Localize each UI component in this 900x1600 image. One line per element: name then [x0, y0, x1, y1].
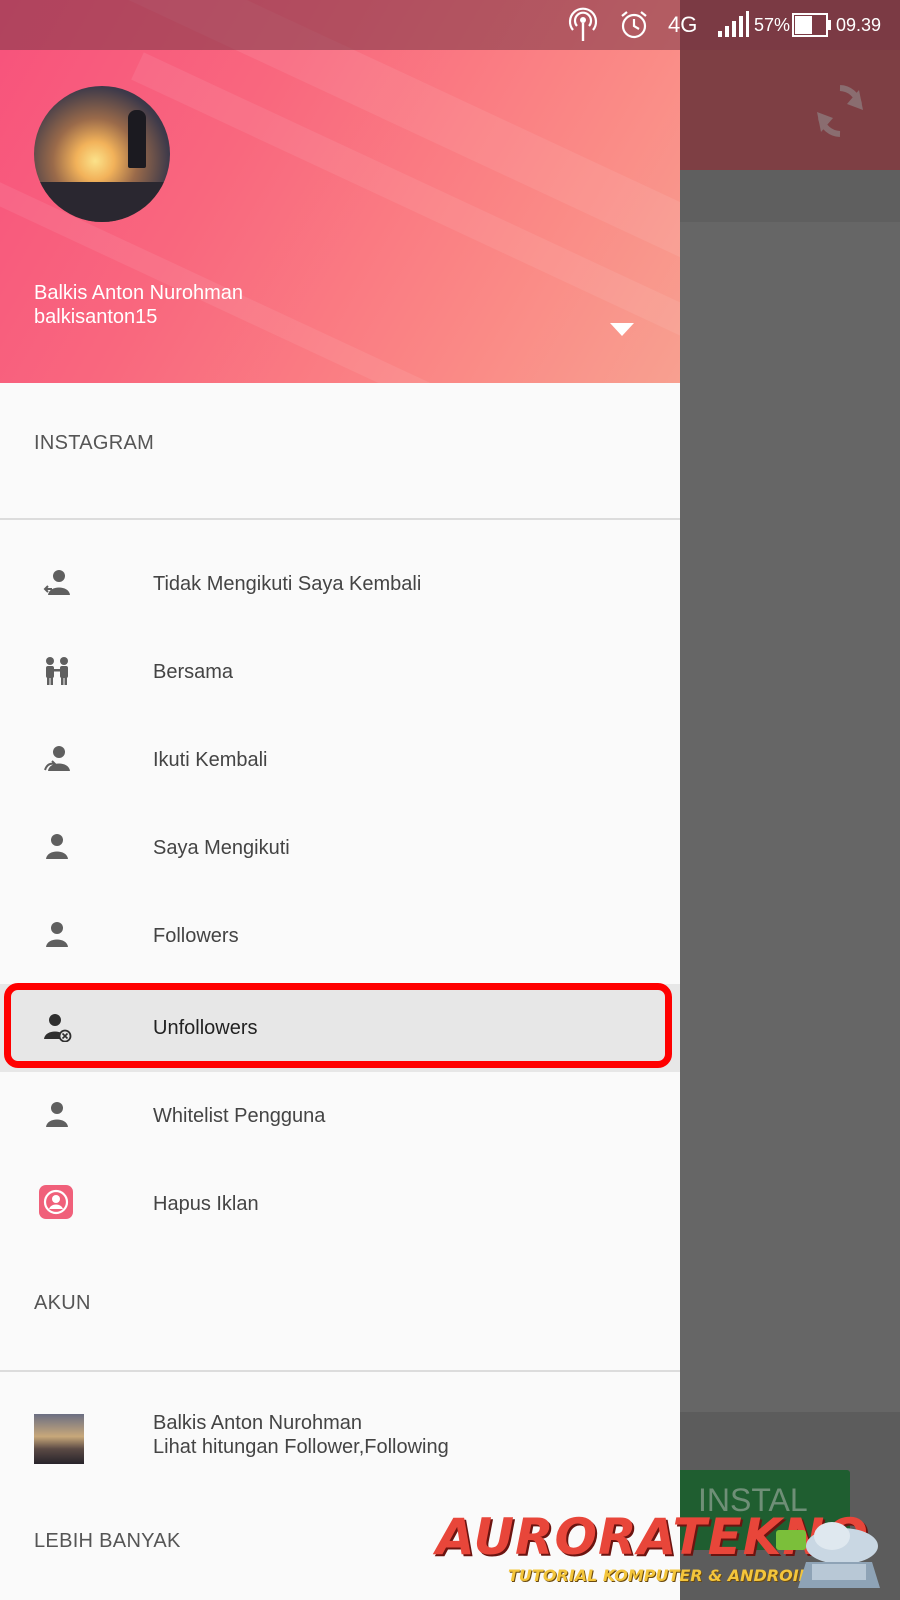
- menu-item-label: Ikuti Kembali: [153, 749, 268, 771]
- user-icon: [46, 922, 68, 947]
- section-akun: AKUN: [34, 1292, 91, 1314]
- user-icon: [46, 834, 68, 859]
- menu-item-label: Hapus Iklan: [153, 1193, 259, 1215]
- menu-item-bersama[interactable]: Bersama: [0, 628, 680, 716]
- menu-item-label: Tidak Mengikuti Saya Kembali: [153, 573, 422, 595]
- user-follow-back-icon: [44, 746, 70, 771]
- menu-item-whitelist[interactable]: Whitelist Pengguna: [0, 1072, 680, 1160]
- section-instagram: INSTAGRAM: [34, 432, 155, 454]
- two-users-icon: [46, 657, 68, 685]
- network-type: 4G: [668, 12, 698, 37]
- menu-item-label: Unfollowers: [153, 1017, 258, 1039]
- profile-avatar[interactable]: [34, 86, 170, 222]
- account-row[interactable]: Balkis Anton Nurohman Lihat hitungan Fol…: [0, 1390, 680, 1480]
- header-user-name: Balkis Anton Nurohman: [34, 282, 244, 304]
- signal-icon: [716, 0, 750, 50]
- divider: [0, 1370, 680, 1372]
- header-username: balkisanton15: [34, 306, 158, 328]
- menu-item-label: Bersama: [153, 661, 234, 683]
- user-icon: [46, 1102, 68, 1127]
- user-remove-icon: [44, 1014, 72, 1042]
- menu-item-label: Saya Mengikuti: [153, 837, 290, 859]
- menu-item-ikuti-kembali[interactable]: Ikuti Kembali: [0, 716, 680, 804]
- menu-item-hapus-iklan[interactable]: Hapus Iklan: [0, 1160, 680, 1248]
- section-lebih-banyak: LEBIH BANYAK: [34, 1530, 181, 1552]
- hotspot-icon: [568, 0, 598, 50]
- chevron-down-icon[interactable]: [608, 320, 636, 338]
- menu-item-unfollowers[interactable]: Unfollowers: [0, 984, 680, 1072]
- account-name: Balkis Anton Nurohman: [153, 1412, 363, 1434]
- account-subtitle: Lihat hitungan Follower,Following: [153, 1436, 449, 1458]
- alarm-icon: [618, 0, 650, 50]
- status-bar: 4G 57% 09.39: [0, 0, 900, 50]
- user-back-icon: [43, 570, 70, 595]
- menu-item-label: Whitelist Pengguna: [153, 1105, 326, 1127]
- battery-icon: [792, 0, 832, 50]
- battery-percent: 57%: [754, 14, 791, 35]
- profile-badge-icon: [39, 1185, 73, 1219]
- refresh-icon: [817, 85, 863, 137]
- install-button[interactable]: INSTAL: [676, 1470, 850, 1550]
- menu-item-followers[interactable]: Followers: [0, 892, 680, 980]
- menu-item-tidak-mengikuti[interactable]: Tidak Mengikuti Saya Kembali: [0, 540, 680, 628]
- clock-time: 09.39: [836, 14, 882, 35]
- menu-item-saya-mengikuti[interactable]: Saya Mengikuti: [0, 804, 680, 892]
- divider: [0, 518, 680, 520]
- drawer-header: Balkis Anton Nurohman balkisanton15: [0, 0, 680, 383]
- menu-item-label: Followers: [153, 925, 239, 947]
- navigation-drawer: Balkis Anton Nurohman balkisanton15 INST…: [0, 0, 680, 1600]
- account-thumbnail: [34, 1414, 84, 1464]
